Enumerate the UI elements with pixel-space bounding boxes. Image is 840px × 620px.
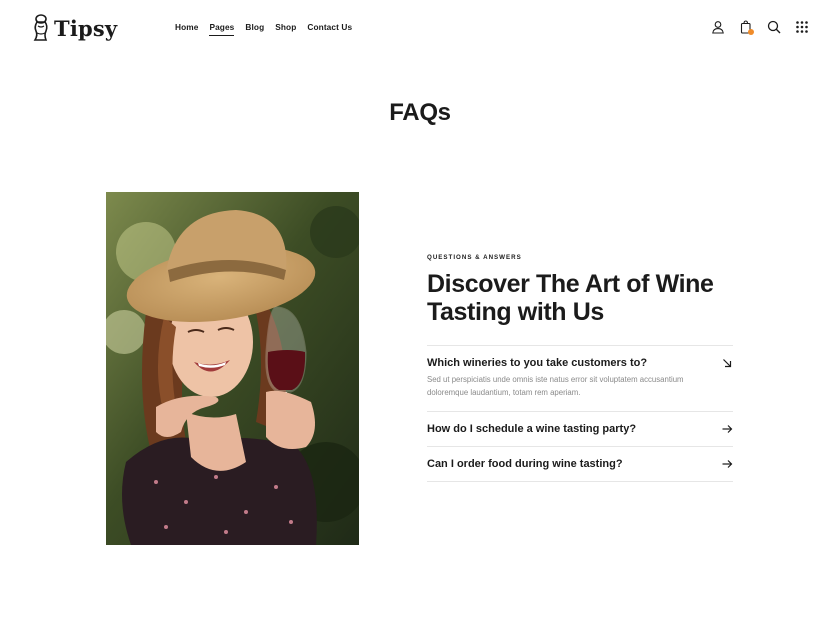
nav-shop[interactable]: Shop [275,22,296,35]
faq-question[interactable]: Can I order food during wine tasting? [427,458,733,470]
grid-menu-icon[interactable] [794,19,810,35]
nav-home[interactable]: Home [175,22,198,35]
faq-answer: Sed ut perspiciatis unde omnis iste natu… [427,375,684,397]
faq-question[interactable]: How do I schedule a wine tasting party? [427,423,733,435]
arrow-down-right-icon[interactable] [721,357,733,369]
main-nav: Home Pages Blog Shop Contact Us [175,22,363,36]
arrow-right-icon[interactable] [721,423,733,435]
faq-question[interactable]: Which wineries to you take customers to? [427,357,733,369]
faq-headline: Discover The Art of Wine Tasting with Us [427,270,714,326]
page-title: FAQs [389,99,451,126]
brand-logo[interactable]: Tipsy [31,13,117,43]
cart-icon[interactable] [738,19,754,35]
faq-item-order-food[interactable]: Can I order food during wine tasting? [427,447,733,482]
faq-eyebrow: QUESTIONS & ANSWERS [427,254,522,261]
logo-figure-icon [33,14,48,41]
brand-name: Tipsy [54,15,118,41]
header-actions [698,19,810,35]
search-icon[interactable] [766,19,782,35]
nav-blog[interactable]: Blog [245,22,264,35]
faq-section: QUESTIONS & ANSWERS Discover The Art of … [427,254,733,482]
user-icon[interactable] [710,19,726,35]
faq-accordion: Which wineries to you take customers to?… [427,345,733,482]
cart-badge [748,29,754,35]
site-header: Tipsy Home Pages Blog Shop Contact Us [0,0,840,58]
nav-contact-us[interactable]: Contact Us [307,22,352,35]
nav-pages[interactable]: Pages [209,22,235,36]
faq-photo [106,192,359,545]
woman-with-wine-illustration [106,192,359,545]
faq-item-schedule-party[interactable]: How do I schedule a wine tasting party? [427,412,733,447]
faq-item-wineries[interactable]: Which wineries to you take customers to?… [427,346,733,412]
arrow-right-icon[interactable] [721,458,733,470]
